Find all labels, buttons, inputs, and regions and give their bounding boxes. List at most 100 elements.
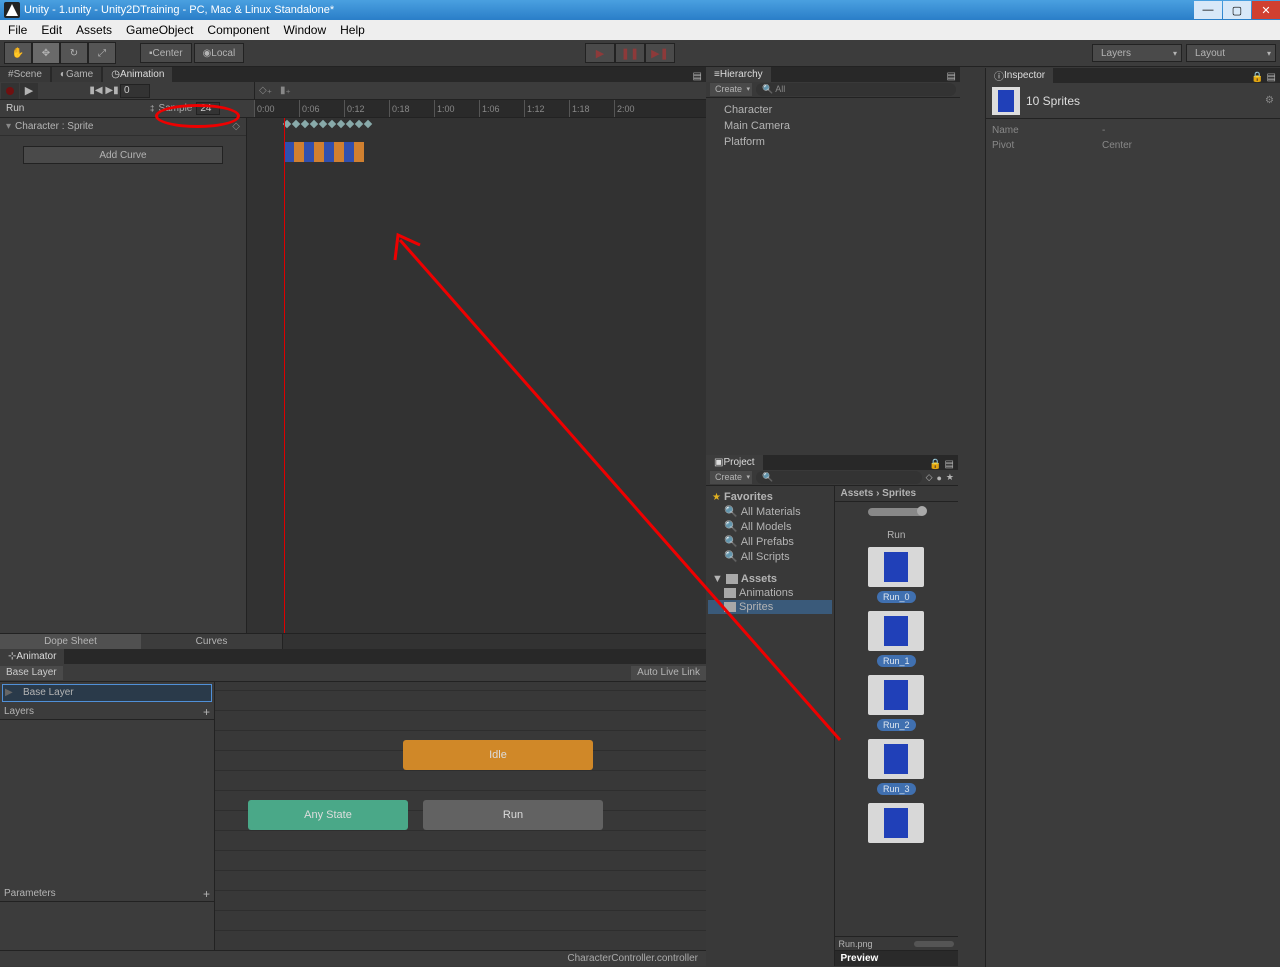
window-maximize-button[interactable]: ▢ (1223, 1, 1251, 19)
frame-input[interactable]: 0 (120, 84, 150, 98)
add-layer-button[interactable]: + (203, 705, 210, 719)
window-title: Unity - 1.unity - Unity2DTraining - PC, … (24, 4, 1194, 16)
add-curve-button[interactable]: Add Curve (23, 146, 223, 164)
property-row[interactable]: ▾ Character : Sprite ◇ (0, 118, 246, 136)
tab-animator[interactable]: ⊹ Animator (0, 649, 64, 664)
window-minimize-button[interactable]: — (1194, 1, 1222, 19)
preview-header[interactable]: Preview (835, 950, 959, 966)
layout-dropdown[interactable]: Layout (1186, 44, 1276, 62)
search-icon: 🔍 (724, 520, 738, 533)
pivot-local-button[interactable]: ◉ Local (194, 43, 245, 63)
assets-header[interactable]: Assets (741, 573, 777, 585)
menu-edit[interactable]: Edit (41, 23, 62, 37)
folder-item[interactable]: Sprites (739, 601, 773, 613)
panel-options-icon[interactable]: ▤ (693, 71, 702, 82)
hierarchy-item[interactable]: Main Camera (706, 118, 960, 134)
record-button[interactable] (1, 83, 19, 99)
tab-hierarchy[interactable]: ≡ Hierarchy (706, 67, 771, 82)
favorite-item[interactable]: All Models (741, 521, 792, 533)
timeline-track[interactable] (247, 118, 706, 633)
favorite-item[interactable]: All Scripts (741, 551, 790, 563)
state-node-idle[interactable]: Idle (403, 740, 593, 770)
search-filter-icon[interactable]: ● (936, 473, 941, 483)
project-create-button[interactable]: Create (710, 471, 752, 484)
curves-tab[interactable]: Curves (141, 634, 282, 649)
asset-item[interactable] (856, 803, 936, 843)
search-save-icon[interactable]: ★ (946, 472, 954, 483)
folder-icon (724, 602, 736, 612)
tab-scene[interactable]: # Scene (0, 67, 50, 82)
pivot-center-button[interactable]: ▪ Center (140, 43, 192, 63)
clip-dropdown[interactable]: Run (0, 103, 150, 114)
prev-key-button[interactable]: ▮◀ (88, 83, 104, 99)
left-tabbar: # Scene ◐ Game ◷ Animation ▤ (0, 67, 706, 82)
tab-game[interactable]: ◐ Game (52, 67, 101, 82)
diamond-icon: ◇ (232, 121, 240, 132)
pause-button[interactable]: ❚❚ (615, 43, 645, 63)
menu-assets[interactable]: Assets (76, 23, 112, 37)
inspector-key: Pivot (992, 140, 1102, 151)
tab-inspector[interactable]: ⓘ Inspector (986, 68, 1053, 83)
favorite-item[interactable]: All Prefabs (741, 536, 794, 548)
inspector-value: Center (1102, 140, 1132, 151)
scale-tool[interactable]: ⤢ (88, 42, 116, 64)
unity-icon (4, 2, 20, 18)
add-event-icon[interactable]: ▮₊ (280, 85, 291, 96)
asset-item[interactable]: Run_0 (856, 547, 936, 603)
move-tool[interactable]: ✥ (32, 42, 60, 64)
asset-grid: Run Run_0 Run_1 Run_2 Run_3 (835, 502, 959, 936)
project-options-icon[interactable]: 🔒 ▤ (929, 459, 954, 470)
breadcrumb[interactable]: Base Layer (0, 666, 63, 680)
main-toolbar: ✋ ✥ ↻ ⤢ ▪ Center ◉ Local ▶ ❚❚ ▶❚ Layers … (0, 40, 1280, 67)
menu-help[interactable]: Help (340, 23, 365, 37)
menu-window[interactable]: Window (283, 23, 326, 37)
add-key-icon[interactable]: ◇₊ (259, 85, 272, 96)
menu-file[interactable]: File (8, 23, 27, 37)
menu-gameobject[interactable]: GameObject (126, 23, 193, 37)
dope-sheet-tab[interactable]: Dope Sheet (0, 634, 141, 649)
inspector-options-icon[interactable]: 🔒 ▤ (1251, 72, 1276, 83)
favorite-item[interactable]: All Materials (741, 506, 801, 518)
tab-animation[interactable]: ◷ Animation (103, 67, 172, 82)
state-node-any[interactable]: Any State (248, 800, 408, 830)
next-key-button[interactable]: ▶▮ (104, 83, 120, 99)
hierarchy-search-input[interactable]: 🔍 All (756, 83, 956, 96)
menubar: File Edit Assets GameObject Component Wi… (0, 20, 1280, 40)
asset-item[interactable]: Run_1 (856, 611, 936, 667)
layer-item[interactable]: ▶Base Layer (2, 684, 212, 702)
hierarchy-list: Character Main Camera Platform (706, 98, 960, 455)
thumbnail-size-slider[interactable] (914, 941, 954, 947)
step-button[interactable]: ▶❚ (645, 43, 675, 63)
timeline-ruler[interactable]: 0:00 0:06 0:12 0:18 1:00 1:06 1:12 1:18 … (254, 100, 706, 118)
auto-live-link-button[interactable]: Auto Live Link (631, 666, 706, 680)
search-filter-icon[interactable]: ◇ (926, 472, 933, 483)
hierarchy-item[interactable]: Character (706, 102, 960, 118)
anim-play-button[interactable]: ▶ (20, 83, 38, 99)
asset-item[interactable]: Run_3 (856, 739, 936, 795)
hierarchy-create-button[interactable]: Create (710, 83, 752, 96)
rotate-tool[interactable]: ↻ (60, 42, 88, 64)
hierarchy-item[interactable]: Platform (706, 134, 960, 150)
asset-path-breadcrumb[interactable]: Assets › Sprites (835, 486, 959, 502)
hierarchy-options-icon[interactable]: ▤ (947, 71, 956, 82)
sample-input[interactable]: 24 (196, 102, 220, 115)
tab-project[interactable]: ▣ Project (706, 455, 763, 470)
window-close-button[interactable]: ✕ (1252, 1, 1280, 19)
sprite-group-label[interactable]: Run (841, 530, 953, 541)
animator-graph[interactable]: Idle Any State Run (215, 682, 706, 950)
gear-icon[interactable]: ⚙ (1265, 95, 1274, 106)
menu-component[interactable]: Component (207, 23, 269, 37)
parameters-header: Parameters+ (0, 886, 214, 902)
state-node-run[interactable]: Run (423, 800, 603, 830)
animator-statusbar: CharacterController.controller (0, 950, 706, 966)
asset-item[interactable]: Run_2 (856, 675, 936, 731)
animator-panel: Base Layer Auto Live Link ▶Base Layer La… (0, 664, 706, 966)
folder-item[interactable]: Animations (739, 587, 793, 599)
play-button[interactable]: ▶ (585, 43, 615, 63)
selected-asset-label: Run.png (839, 937, 873, 951)
layers-dropdown[interactable]: Layers (1092, 44, 1182, 62)
add-parameter-button[interactable]: + (203, 887, 210, 901)
playhead[interactable] (284, 118, 285, 633)
hand-tool[interactable]: ✋ (4, 42, 32, 64)
project-search-input[interactable]: 🔍 (756, 471, 922, 484)
